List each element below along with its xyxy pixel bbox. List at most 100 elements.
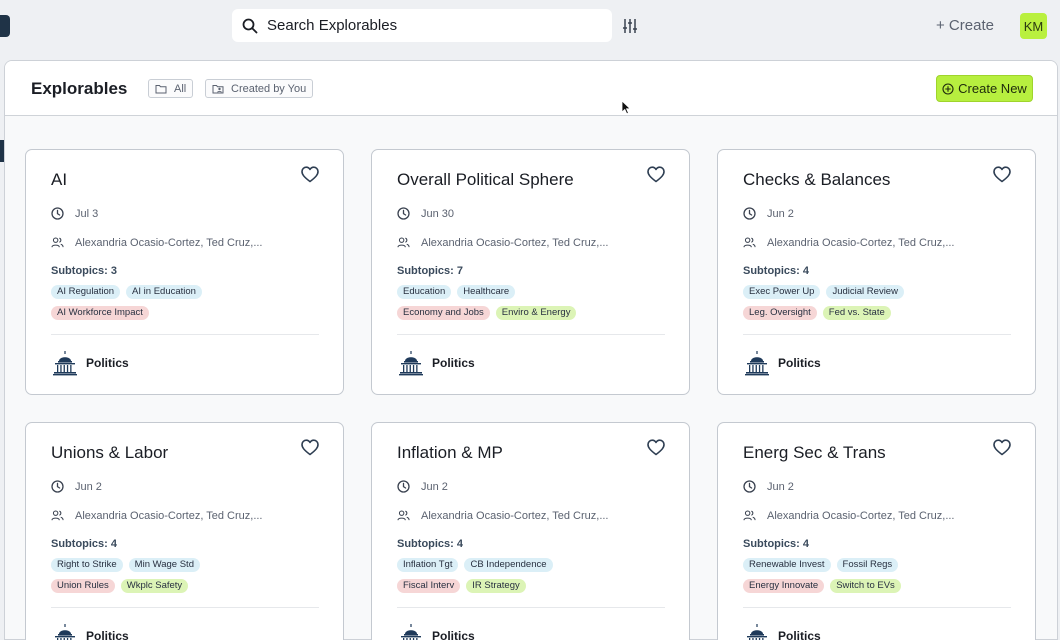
sidebar-toggle[interactable] [0,15,10,37]
subtopic-tag[interactable]: AI Regulation [51,285,121,299]
card-participants-row: Alexandria Ocasio-Cortez, Ted Cruz,... [51,236,262,249]
subtopic-tag[interactable]: Leg. Oversight [743,306,817,320]
subtopic-tag[interactable]: CB Independence [464,558,553,572]
heart-icon[interactable] [647,439,665,456]
subtopic-tag[interactable]: Renewable Invest [743,558,831,572]
create-link[interactable]: + Create [936,17,994,34]
subtopic-tag[interactable]: AI in Education [126,285,202,299]
card-category-label: Politics [432,356,475,370]
card-category: Politics [52,623,129,640]
subtopic-tag[interactable]: Judicial Review [826,285,904,299]
card-date-row: Jun 2 [743,480,794,493]
subtopic-tag[interactable]: Healthcare [457,285,516,299]
filter-created-by-you-button[interactable]: Created by You [205,79,314,98]
capitol-building-icon [399,351,423,376]
tag-row: Union Rules Wkplc Safety [51,579,321,593]
users-icon [743,510,756,521]
heart-icon[interactable] [301,166,319,183]
card-title: AI [51,170,68,189]
tag-row: Right to Strike Min Wage Std [51,558,321,572]
subtopic-tags: Education Healthcare Economy and Jobs Envir… [397,285,667,327]
tag-row: Exec Power Up Judicial Review [743,285,1013,299]
subtopic-tag[interactable]: Fed vs. State [822,306,891,320]
plus-circle-icon [942,82,954,95]
explorable-card[interactable]: AI Jul 3 Alexandria Ocasio-Cortez, Ted C… [25,149,344,395]
subtopic-tag[interactable]: Enviro & Energy [495,306,577,320]
clock-icon [743,480,756,493]
subtopic-tag[interactable]: Right to Strike [51,558,123,572]
heart-icon[interactable] [301,439,319,456]
subtopics-count: Subtopics: 3 [51,265,118,277]
filter-sliders-icon[interactable] [622,17,638,35]
users-icon [743,237,756,248]
subtopic-tag[interactable]: Wkplc Safety [120,579,189,593]
subtopic-tag[interactable]: Energy Innovate [743,579,825,593]
explorable-card[interactable]: Unions & Labor Jun 2 Alexandria Ocasio-C… [25,422,344,640]
tag-row: Fiscal Interv IR Strategy [397,579,667,593]
capitol-building-icon [747,624,767,640]
card-category-label: Politics [86,629,129,640]
heart-icon[interactable] [647,166,665,183]
users-icon [397,510,410,521]
subtopic-tag[interactable]: AI Workforce Impact [51,306,149,320]
card-participants: Alexandria Ocasio-Cortez, Ted Cruz,... [75,509,263,522]
subtopic-tag[interactable]: Economy and Jobs [397,306,490,320]
clock-icon [743,207,756,220]
card-participants-row: Alexandria Ocasio-Cortez, Ted Cruz,... [397,509,608,522]
card-divider [743,607,1011,608]
clock-icon [51,207,64,220]
capitol-building-icon [401,624,421,640]
filter-all-button[interactable]: All [148,79,194,98]
card-participants-row: Alexandria Ocasio-Cortez, Ted Cruz,... [51,509,262,522]
subtopic-tag[interactable]: Inflation Tgt [397,558,459,572]
card-participants: Alexandria Ocasio-Cortez, Ted Cruz,... [421,509,609,522]
explorable-card[interactable]: Energ Sec & Trans Jun 2 Alexandria Ocasi… [717,422,1036,640]
card-participants-row: Alexandria Ocasio-Cortez, Ted Cruz,... [743,509,954,522]
card-participants-row: Alexandria Ocasio-Cortez, Ted Cruz,... [397,236,608,249]
card-date-row: Jun 2 [397,480,448,493]
create-new-label: Create New [958,81,1027,96]
tag-row: Economy and Jobs Enviro & Energy [397,306,667,320]
card-category-label: Politics [432,629,475,640]
card-category-label: Politics [86,356,129,370]
top-bar: Search Explorables + Create KM [0,0,1060,52]
mouse-cursor-icon [621,100,631,115]
subtopics-count: Subtopics: 4 [743,265,810,277]
filter-all-label: All [174,82,187,95]
tag-row: AI Regulation AI in Education [51,285,321,299]
card-date: Jun 30 [421,207,455,220]
card-divider [397,607,665,608]
heart-icon[interactable] [993,439,1011,456]
subtopic-tags: Renewable Invest Fossil Regs Energy Innova… [743,558,1013,600]
subtopic-tag[interactable]: Min Wage Std [128,558,200,572]
subtopic-tag[interactable]: Switch to EVs [830,579,901,593]
card-date-row: Jun 2 [743,207,794,220]
card-category: Politics [744,350,821,376]
subtopic-tag[interactable]: Union Rules [51,579,115,593]
search-placeholder: Search Explorables [267,17,398,34]
capitol-building-icon [55,624,75,640]
card-category-label: Politics [778,629,821,640]
subtopic-tag[interactable]: Education [397,285,452,299]
card-date: Jun 2 [75,480,102,493]
heart-icon[interactable] [993,166,1011,183]
subtopic-tag[interactable]: Fossil Regs [836,558,899,572]
card-category-label: Politics [778,356,821,370]
subtopics-count: Subtopics: 7 [397,265,464,277]
search-input[interactable]: Search Explorables [232,9,612,42]
card-date-row: Jun 2 [51,480,102,493]
card-date-row: Jul 3 [51,207,98,220]
users-icon [397,237,410,248]
card-date: Jun 2 [421,480,448,493]
subtopic-tag[interactable]: IR Strategy [466,579,526,593]
subtopic-tag[interactable]: Fiscal Interv [397,579,461,593]
explorable-card[interactable]: Checks & Balances Jun 2 Alexandria Ocasi… [717,149,1036,395]
subtopic-tag[interactable]: Exec Power Up [743,285,821,299]
card-divider [51,607,319,608]
capitol-building-icon [53,351,77,376]
create-new-button[interactable]: Create New [936,75,1033,102]
capitol-building-icon [745,351,769,376]
explorable-card[interactable]: Inflation & MP Jun 2 Alexandria Ocasio-C… [371,422,690,640]
explorable-card[interactable]: Overall Political Sphere Jun 30 Alexandr… [371,149,690,395]
avatar[interactable]: KM [1020,13,1047,39]
